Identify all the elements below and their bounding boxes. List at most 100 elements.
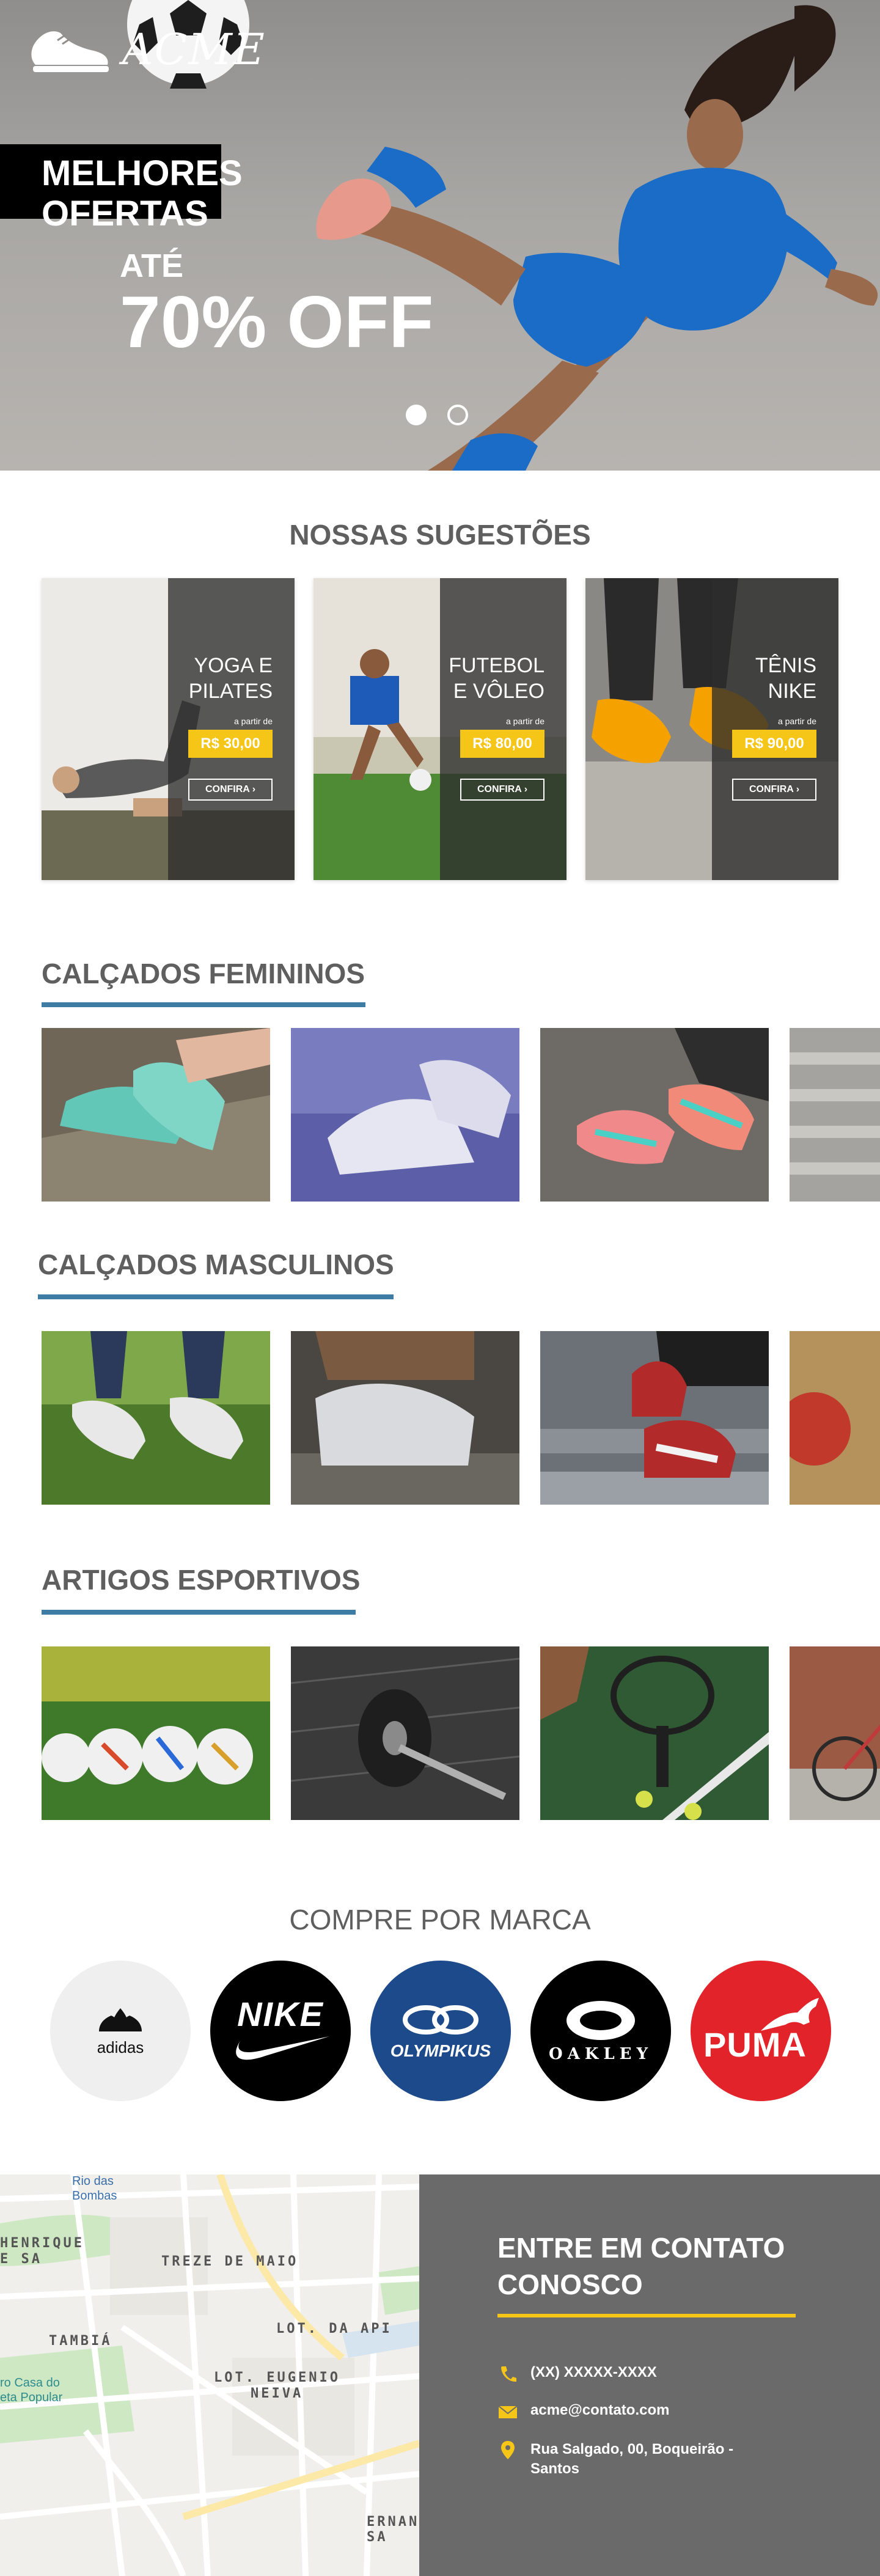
product-card[interactable] — [42, 1646, 270, 1820]
promo-discount: 70% OFF — [120, 281, 434, 363]
product-card[interactable] — [42, 1028, 270, 1202]
contact-panel: ENTRE EM CONTATO CONOSCO (XX) XXXXX-XXXX… — [419, 2174, 880, 2576]
brands-title: COMPRE POR MARCA — [289, 1904, 591, 1936]
product-card[interactable] — [540, 1646, 769, 1820]
chevron-right-icon: › — [252, 784, 256, 794]
map-label: ERNANI SA — [367, 2514, 419, 2545]
map-label: LOT. DA API — [276, 2321, 392, 2336]
suggestions-title: NOSSAS SUGESTÕES — [289, 519, 591, 551]
location-pin-icon — [501, 2441, 515, 2459]
brand-name: PUMA — [703, 2025, 807, 2064]
suggestion-overlay — [168, 578, 295, 880]
oakley-ellipse-icon — [566, 2000, 635, 2040]
email-text: acme@contato.com — [530, 2402, 670, 2418]
suggestion-name: TÊNIS NIKE — [755, 654, 816, 703]
puma-logo: PUMA — [700, 1994, 822, 2068]
female-sneaker-3-photo — [540, 1028, 769, 1202]
address-text: Rua Salgado, 00, Boqueirão - Santos — [530, 2441, 734, 2477]
product-card[interactable] — [291, 1646, 519, 1820]
product-card[interactable] — [291, 1028, 519, 1202]
brand-olympikus[interactable]: OLYMPIKUS — [370, 1961, 511, 2101]
brand-adidas[interactable]: adidas — [50, 1961, 191, 2101]
contact-email[interactable]: acme@contato.com — [497, 2402, 669, 2423]
product-card[interactable] — [42, 1331, 270, 1505]
map-label: TAMBIÁ — [49, 2333, 112, 2349]
confira-button[interactable]: CONFIRA › — [188, 779, 273, 801]
title-underline — [38, 1294, 394, 1299]
oakley-logo: OAKLEY — [549, 1999, 653, 2063]
nike-swoosh-icon — [236, 2036, 329, 2060]
contact-address[interactable]: Rua Salgado, 00, Boqueirão - Santos — [497, 2440, 766, 2479]
suggestion-name: FUTEBOL E VÔLEO — [449, 654, 544, 703]
confira-label: CONFIRA — [749, 784, 794, 794]
suggestion-card-football[interactable]: FUTEBOL E VÔLEO a partir de R$ 80,00 CON… — [314, 578, 566, 880]
suggestion-from-label: a partir de — [505, 716, 544, 726]
map-label: Bombas — [72, 2189, 117, 2203]
location-map[interactable]: Rio das Bombas HENRIQUE E SA TREZE DE MA… — [0, 2174, 419, 2576]
product-card[interactable] — [291, 1331, 519, 1505]
map-label: Rio das — [72, 2174, 114, 2188]
male-shoes-title: CALÇADOS MASCULINOS — [38, 1249, 394, 1280]
tennis-photo — [540, 1646, 769, 1820]
male-sneaker-3-photo — [540, 1331, 769, 1505]
product-card[interactable] — [790, 1646, 880, 1820]
suggestion-overlay — [712, 578, 838, 880]
contact-title-underline — [497, 2314, 796, 2317]
brand-nike[interactable]: NIKE — [210, 1961, 351, 2101]
brand-oakley[interactable]: OAKLEY — [530, 1961, 671, 2101]
olympikus-logo: OLYMPIKUS — [391, 2002, 491, 2061]
confira-button[interactable]: CONFIRA › — [460, 779, 544, 801]
map-label: NEIVA — [251, 2386, 304, 2401]
promo-line-2: OFERTAS — [42, 194, 208, 233]
product-card[interactable] — [790, 1028, 880, 1202]
map-label: LOT. EUGENIO — [214, 2370, 340, 2385]
suggestion-from-label: a partir de — [233, 716, 273, 726]
contact-phone[interactable]: (XX) XXXXX-XXXX — [497, 2364, 657, 2385]
female-shoes-title: CALÇADOS FEMININOS — [42, 958, 365, 989]
logo-text: ACME — [122, 24, 266, 75]
map-label: TREZE DE MAIO — [161, 2254, 299, 2269]
contact-title: ENTRE EM CONTATO CONOSCO — [497, 2232, 785, 2300]
suggestion-price: R$ 30,00 — [188, 730, 273, 758]
confira-label: CONFIRA — [477, 784, 522, 794]
brand-name: NIKE — [237, 1995, 324, 2033]
female-sneaker-1-photo — [42, 1028, 270, 1202]
suggestion-price: R$ 90,00 — [732, 730, 816, 758]
barbell-photo — [291, 1646, 519, 1820]
suggestion-overlay — [440, 578, 566, 880]
page: ACME MELHORES OFERTAS ATÉ 70% OFF NOSSAS… — [0, 0, 880, 2576]
brand-puma[interactable]: PUMA — [691, 1961, 831, 2101]
map-label: eta Popular — [0, 2391, 63, 2404]
soccer-balls-photo — [42, 1646, 270, 1820]
carousel-dot-1[interactable] — [406, 405, 427, 425]
map-label: E SA — [0, 2251, 42, 2267]
male-sneaker-4-photo — [790, 1331, 880, 1505]
adidas-logo-icon — [99, 2008, 142, 2031]
nike-logo: NIKE — [229, 1994, 332, 2068]
acme-logo[interactable]: ACME — [27, 22, 266, 77]
male-sneaker-2-photo — [291, 1331, 519, 1505]
title-underline — [42, 1002, 365, 1007]
product-card[interactable] — [540, 1331, 769, 1505]
confira-button[interactable]: CONFIRA › — [732, 779, 816, 801]
product-card[interactable] — [790, 1331, 880, 1505]
map-label: ro Casa do — [0, 2376, 60, 2390]
female-sneaker-4-photo — [790, 1028, 880, 1202]
hero-banner[interactable]: ACME MELHORES OFERTAS ATÉ 70% OFF — [0, 0, 880, 471]
sports-items-title: ARTIGOS ESPORTIVOS — [42, 1564, 361, 1596]
mail-icon — [498, 2405, 518, 2418]
chevron-right-icon: › — [524, 784, 528, 794]
suggestion-card-yoga[interactable]: YOGA E PILATES a partir de R$ 30,00 CONF… — [42, 578, 295, 880]
map-streets — [0, 2174, 419, 2576]
carousel-dots — [406, 405, 468, 425]
carousel-dot-2[interactable] — [447, 405, 468, 425]
brand-name: OAKLEY — [548, 2044, 653, 2063]
suggestion-from-label: a partir de — [777, 716, 816, 726]
product-card[interactable] — [540, 1028, 769, 1202]
promo-until: ATÉ — [120, 248, 183, 284]
suggestion-card-nike[interactable]: TÊNIS NIKE a partir de R$ 90,00 CONFIRA … — [585, 578, 838, 880]
sneaker-logo-icon — [31, 31, 109, 72]
bicycle-photo — [790, 1646, 880, 1820]
brand-name: OLYMPIKUS — [390, 2041, 491, 2060]
suggestion-name: YOGA E PILATES — [188, 654, 273, 703]
